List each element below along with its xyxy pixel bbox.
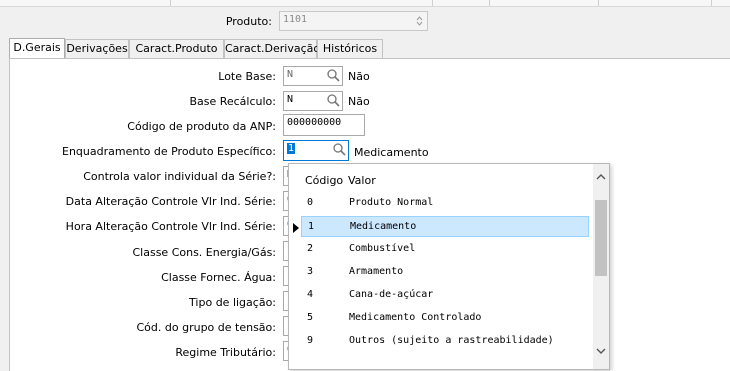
option-value: Armamento [349, 266, 404, 277]
lote-base-label: Lote Base: [218, 70, 276, 83]
codigo-anp-label: Código de produto da ANP: [127, 120, 276, 133]
toolbar-strip [0, 0, 730, 7]
dropdown-option[interactable]: 4 Cana-de-açúcar [301, 285, 589, 306]
tab-derivacoes[interactable]: Derivações [65, 39, 129, 58]
dropdown-option[interactable]: 9 Outros (sujeito a rastreabilidade) [301, 331, 589, 352]
tipo-ligacao-label: Tipo de ligação: [189, 296, 276, 309]
toolbar-divider [711, 0, 712, 6]
controla-valor-label: Controla valor individual da Série?: [83, 170, 276, 183]
enquadramento-desc: Medicamento [354, 146, 429, 159]
dropdown-option[interactable]: 3 Armamento [301, 262, 589, 283]
enquadramento-value: 1 [287, 143, 296, 154]
option-value: Produto Normal [349, 197, 434, 208]
data-alteracao-label: Data Alteração Controle Vlr Ind. Série: [65, 195, 276, 208]
search-icon[interactable] [325, 92, 343, 110]
option-value: Cana-de-açúcar [349, 289, 434, 300]
search-icon[interactable] [325, 67, 343, 85]
tab-caract-produto[interactable]: Caract.Produto [129, 39, 224, 58]
grupo-tensao-label: Cód. do grupo de tensão: [136, 321, 277, 334]
option-code: 0 [307, 197, 314, 208]
base-recalculo-label: Base Recálculo: [189, 95, 276, 108]
classe-agua-label: Classe Fornec. Água: [161, 271, 276, 284]
produto-field[interactable]: 1101 [279, 11, 428, 31]
lookup-dropdown[interactable]: Código Valor 0 Produto Normal 1 Medicame… [288, 163, 610, 370]
option-value: Medicamento Controlado [349, 312, 482, 323]
option-code: 5 [307, 312, 314, 323]
search-icon[interactable] [331, 141, 349, 159]
codigo-anp-field[interactable]: 000000000 [283, 114, 365, 136]
base-recalculo-value: N [287, 94, 294, 105]
col-valor-header: Valor [348, 174, 376, 187]
dropdown-option[interactable]: 5 Medicamento Controlado [301, 308, 589, 329]
toolbar-divider [432, 0, 433, 6]
option-code: 9 [307, 335, 314, 346]
lote-base-desc: Não [348, 70, 370, 83]
toolbar-divider [598, 0, 599, 6]
tab-historicos[interactable]: Históricos [317, 39, 383, 58]
toolbar-divider [489, 0, 490, 6]
scroll-down-icon[interactable] [596, 348, 606, 355]
tab-caract-derivacao[interactable]: Caract.Derivação [224, 39, 320, 58]
option-value: Combustível [349, 243, 416, 254]
spin-arrows-icon[interactable] [416, 15, 423, 27]
option-code: 1 [308, 221, 315, 232]
produto-label: Produto: [225, 15, 272, 28]
dropdown-scrollbar[interactable] [593, 164, 609, 369]
dropdown-option[interactable]: 2 Combustível [301, 239, 589, 260]
classe-energia-label: Classe Cons. Energia/Gás: [132, 246, 276, 259]
current-row-indicator-icon [293, 223, 299, 233]
option-code: 2 [307, 243, 314, 254]
option-code: 3 [307, 266, 314, 277]
hora-alteracao-label: Hora Alteração Controle Vlr Ind. Série: [65, 220, 276, 233]
scroll-up-icon[interactable] [596, 173, 606, 180]
toolbar-divider [170, 0, 171, 6]
enquadramento-label: Enquadramento de Produto Específico: [62, 145, 276, 158]
scrollbar-thumb[interactable] [595, 200, 607, 276]
option-value: Outros (sujeito a rastreabilidade) [349, 335, 554, 346]
dropdown-option[interactable]: 0 Produto Normal [301, 193, 589, 214]
tab-dgerais[interactable]: D.Gerais [9, 38, 65, 58]
base-recalculo-desc: Não [348, 95, 370, 108]
dropdown-option-selected[interactable]: 1 Medicamento [301, 216, 589, 237]
option-value: Medicamento [350, 221, 417, 232]
regime-tributario-label: Regime Tributário: [175, 346, 276, 359]
lote-base-value: N [287, 69, 294, 80]
col-codigo-header: Código [305, 174, 344, 187]
produto-value: 1101 [283, 14, 308, 25]
option-code: 4 [307, 289, 314, 300]
codigo-anp-value: 000000000 [287, 117, 342, 128]
